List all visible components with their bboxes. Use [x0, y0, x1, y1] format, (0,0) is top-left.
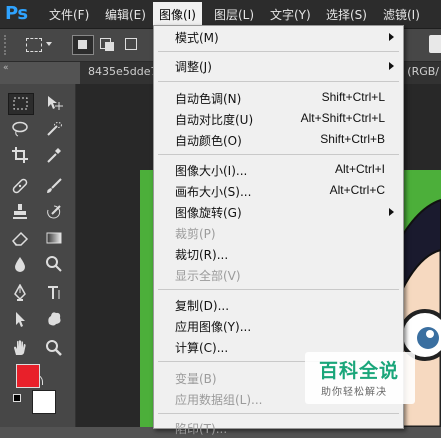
submenu-arrow-icon	[389, 62, 394, 70]
healing-brush-tool[interactable]	[8, 176, 32, 196]
watermark-subtitle: 助你轻松解决	[321, 387, 387, 398]
foreground-color-swatch[interactable]	[16, 364, 40, 388]
marquee-icon	[13, 97, 28, 110]
menu-item-auto-tone[interactable]: 自动色调(N) Shift+Ctrl+L	[154, 87, 403, 108]
move-tool[interactable]	[42, 93, 66, 113]
menu-item-image-size[interactable]: 图像大小(I)... Alt+Ctrl+I	[154, 159, 403, 180]
eraser-icon	[12, 231, 29, 246]
brush-tool[interactable]	[42, 176, 66, 196]
crop-icon	[12, 147, 28, 163]
magnifier-dodge-icon	[46, 256, 62, 272]
hand-icon	[14, 340, 26, 355]
menu-item-duplicate[interactable]: 复制(D)...	[154, 294, 403, 315]
pen-icon	[14, 284, 26, 301]
menu-item-trap: 陷印(T)...	[175, 422, 228, 436]
zoom-icon	[46, 340, 62, 356]
path-selection-tool[interactable]	[8, 309, 32, 329]
watermark-title: 百科全说	[319, 360, 400, 382]
gradient-tool[interactable]	[42, 228, 66, 248]
arrow-pointer-icon	[16, 312, 25, 327]
history-brush-icon	[47, 205, 61, 219]
submenu-arrow-icon	[389, 208, 394, 216]
dodge-tool[interactable]	[42, 254, 66, 274]
add-selection-icon-part	[105, 42, 114, 51]
photoshop-logo: Ps	[5, 3, 28, 24]
document-tab-title[interactable]: 8435e5dde7	[88, 65, 158, 78]
crop-tool[interactable]	[8, 145, 32, 165]
eraser-tool[interactable]	[8, 228, 32, 248]
shape-icon	[48, 312, 61, 326]
zoom-tool[interactable]	[42, 338, 66, 358]
lasso-icon	[12, 121, 28, 137]
quick-selection-icon	[47, 122, 62, 136]
watermark-logo: 百科全说 助你轻松解决	[305, 352, 415, 404]
clone-stamp-tool[interactable]	[8, 202, 32, 222]
bandage-icon	[12, 178, 28, 194]
shortcut-text: Alt+Shift+Ctrl+L	[300, 111, 385, 125]
type-icon	[48, 286, 60, 299]
menu-edit[interactable]: 编辑(E)	[101, 5, 150, 24]
default-colors-icon[interactable]	[13, 394, 21, 402]
menu-item-adjustments[interactable]: 调整(J)	[154, 55, 403, 76]
menu-item-crop: 裁剪(P)	[175, 227, 216, 241]
menu-item-auto-color[interactable]: 自动颜色(O) Shift+Ctrl+B	[154, 129, 403, 150]
background-color-swatch[interactable]	[32, 390, 56, 414]
menu-type[interactable]: 文字(Y)	[266, 5, 315, 24]
type-tool[interactable]	[42, 283, 66, 303]
tools-panel	[0, 84, 76, 427]
new-selection-button[interactable]	[72, 35, 94, 55]
document-tab-mode: (RGB/	[407, 65, 439, 78]
options-grip	[4, 35, 14, 55]
menu-separator	[158, 51, 399, 52]
blur-tool[interactable]	[8, 254, 32, 274]
marquee-preset-icon[interactable]	[26, 38, 42, 52]
shortcut-text: Alt+Ctrl+I	[334, 162, 385, 176]
gradient-icon	[46, 232, 62, 244]
shortcut-text: Alt+Ctrl+C	[329, 183, 385, 197]
menu-item-trim[interactable]: 裁切(R)...	[154, 243, 403, 264]
pen-tool[interactable]	[8, 283, 32, 303]
move-icon	[48, 96, 63, 110]
menu-item-image-rotation[interactable]: 图像旋转(G)	[154, 201, 403, 222]
menu-item-auto-contrast[interactable]: 自动对比度(U) Alt+Shift+Ctrl+L	[154, 108, 403, 129]
custom-shape-tool[interactable]	[42, 309, 66, 329]
menu-item-canvas-size[interactable]: 画布大小(S)... Alt+Ctrl+C	[154, 180, 403, 201]
menu-filter[interactable]: 滤镜(I)	[379, 5, 424, 24]
hand-tool[interactable]	[8, 338, 32, 358]
submenu-arrow-icon	[389, 33, 394, 41]
quick-selection-tool[interactable]	[42, 119, 66, 139]
brush-icon	[47, 178, 62, 193]
eyedropper-icon	[47, 148, 61, 163]
subtract-selection-icon[interactable]	[125, 38, 137, 50]
history-brush-tool[interactable]	[42, 202, 66, 222]
lasso-tool[interactable]	[8, 119, 32, 139]
menu-separator	[158, 413, 399, 414]
eyedropper-tool[interactable]	[42, 145, 66, 165]
refine-edge-button[interactable]	[429, 35, 441, 53]
menu-layer[interactable]: 图层(L)	[210, 5, 258, 24]
menu-item-reveal-all: 显示全部(V)	[175, 269, 241, 283]
new-selection-icon	[78, 40, 87, 49]
menu-file[interactable]: 文件(F)	[45, 5, 93, 24]
drop-icon	[15, 257, 25, 272]
menu-separator	[158, 154, 399, 155]
collapse-arrows-icon[interactable]: «	[3, 63, 9, 73]
shortcut-text: Shift+Ctrl+L	[321, 90, 385, 104]
stamp-icon	[13, 204, 27, 219]
shortcut-text: Shift+Ctrl+B	[320, 132, 385, 146]
menu-separator	[158, 289, 399, 290]
menu-separator	[158, 81, 399, 82]
menu-item-apply-image[interactable]: 应用图像(Y)...	[154, 315, 403, 336]
rectangular-marquee-tool[interactable]	[8, 93, 34, 115]
menu-select[interactable]: 选择(S)	[322, 5, 371, 24]
menu-item-mode[interactable]: 模式(M)	[154, 26, 403, 47]
chevron-down-icon[interactable]	[46, 42, 52, 46]
